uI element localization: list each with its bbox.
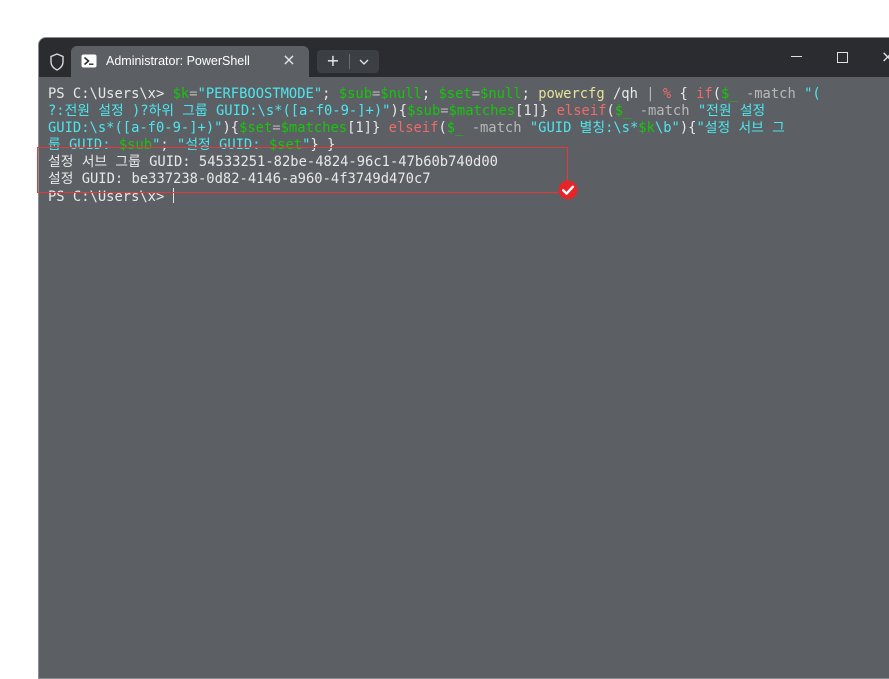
highlight-box	[37, 147, 568, 193]
maximize-button[interactable]	[837, 52, 848, 63]
powershell-icon	[81, 54, 97, 68]
command-line-1: PS C:\Users\x> $k="PERFBOOSTMODE"; $sub=…	[48, 86, 821, 102]
close-tab-icon[interactable]: ×	[281, 50, 297, 70]
check-circle-icon	[558, 180, 578, 200]
title-bar: Administrator: PowerShell × + ×	[39, 38, 889, 77]
shield-icon	[50, 53, 64, 71]
new-tab-button[interactable]: +	[317, 50, 349, 73]
new-tab-group: +	[317, 50, 379, 73]
command-line-2: ?:전원 설정 )?하위 그룹 GUID:\s*([a-f0-9-]+)"){$…	[48, 103, 766, 119]
command-line-3: GUID:\s*([a-f0-9-]+)"){$set=$matches[1]}…	[48, 120, 785, 136]
chevron-down-icon[interactable]	[350, 50, 379, 73]
tab-powershell[interactable]: Administrator: PowerShell ×	[71, 46, 309, 77]
terminal-window: Administrator: PowerShell × + × PS C:\Us…	[38, 37, 889, 679]
close-window-button[interactable]: ×	[881, 47, 889, 66]
tab-title: Administrator: PowerShell	[106, 54, 250, 68]
minimize-button[interactable]	[791, 56, 802, 57]
